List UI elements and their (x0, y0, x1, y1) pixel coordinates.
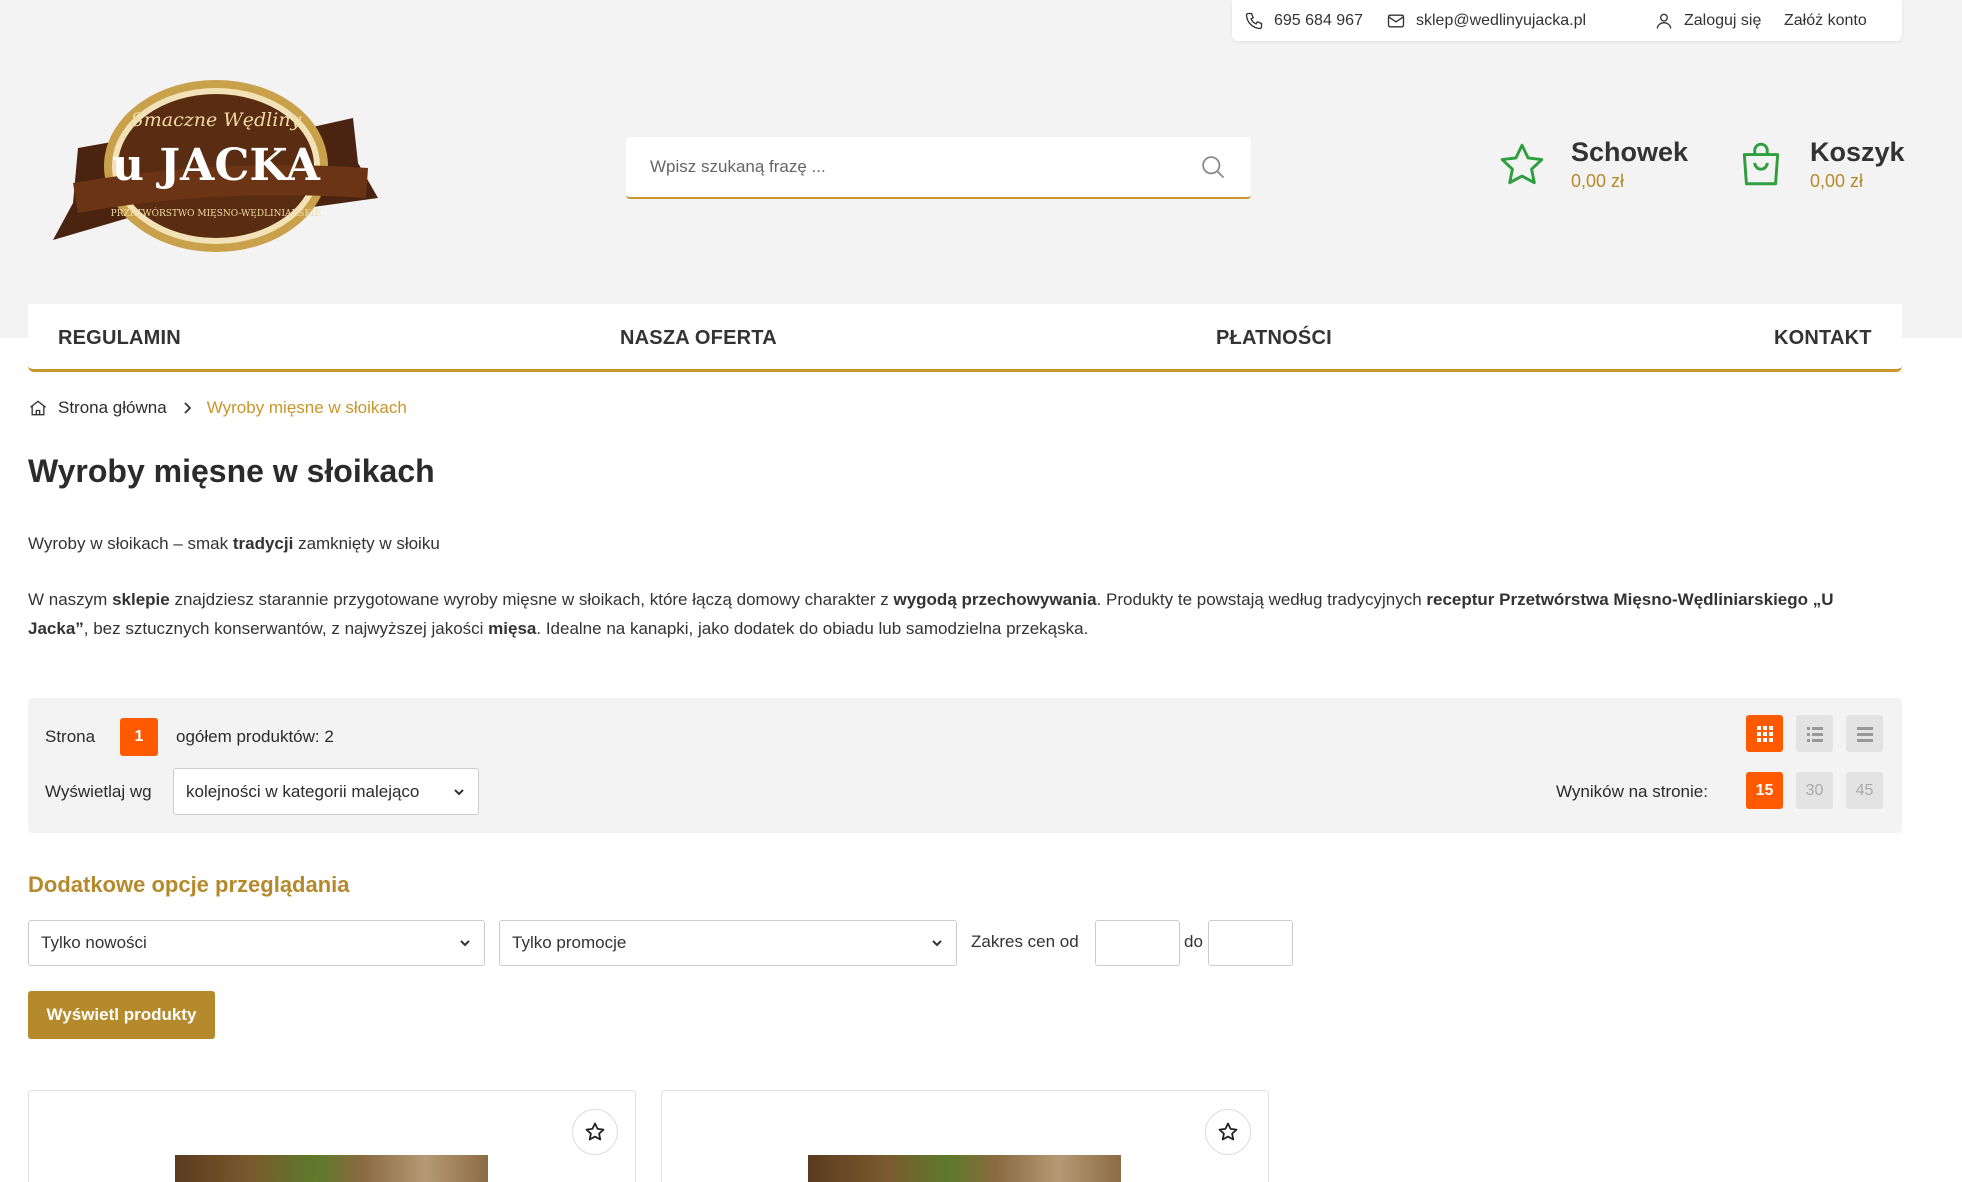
menu-item-kontakt[interactable]: KONTAKT (1774, 304, 1872, 372)
add-to-wishlist-button[interactable] (1205, 1109, 1251, 1155)
current-page-badge[interactable]: 1 (120, 718, 158, 756)
new-only-select[interactable]: Tylko nowości (28, 920, 485, 966)
email-link[interactable]: sklep@wedlinyujacka.pl (1386, 0, 1586, 41)
search-box (626, 137, 1251, 199)
email-address: sklep@wedlinyujacka.pl (1416, 11, 1587, 29)
cart-amount: 0,00 zł (1810, 171, 1864, 191)
grid-view-icon (1756, 725, 1773, 742)
page-title: Wyroby mięsne w słoikach (28, 453, 435, 489)
promo-only-value: Tylko promocje (512, 933, 627, 952)
star-icon (1500, 143, 1544, 185)
per-page-label: Wyników na stronie: (1556, 782, 1708, 801)
search-input[interactable] (650, 157, 1199, 177)
description-paragraph-2: W naszym sklepie znajdziesz starannie pr… (28, 585, 1868, 643)
listing-toolbar: Strona 1 ogółem produktów: 2 Wyświetlaj … (28, 698, 1902, 833)
total-products: ogółem produktów: 2 (176, 727, 334, 746)
sort-value: kolejności w kategorii malejąco (186, 781, 420, 801)
star-icon (1218, 1122, 1238, 1141)
desc-text: znajdziesz starannie przygotowane wyroby… (169, 590, 894, 609)
price-to-label: do (1184, 932, 1203, 951)
wishlist-title: Schowek (1571, 137, 1689, 167)
chevron-down-icon (932, 940, 942, 947)
compact-list-button[interactable] (1846, 715, 1883, 752)
desc-bold: mięsa (488, 619, 537, 638)
menu-item-nasza-oferta[interactable]: NASZA OFERTA (620, 304, 777, 372)
chevron-down-icon (454, 788, 464, 795)
wishlist-amount: 0,00 zł (1571, 171, 1625, 191)
logo-image: Smaczne Wędliny u JACKA PRZETWÓRSTWO MIĘ… (53, 80, 378, 252)
menu-item-regulamin[interactable]: REGULAMIN (58, 304, 181, 372)
price-range-label: Zakres cen od (971, 932, 1079, 951)
product-image[interactable] (175, 1155, 488, 1182)
product-card[interactable] (28, 1090, 636, 1182)
menu-item-platnosci[interactable]: PŁATNOŚCI (1216, 304, 1332, 372)
site-logo[interactable]: Smaczne Wędliny u JACKA PRZETWÓRSTWO MIĘ… (48, 78, 383, 253)
product-image[interactable] (808, 1155, 1121, 1182)
top-bar: 695 684 967 sklep@wedlinyujacka.pl Zalog… (1232, 0, 1902, 41)
register-label: Załóż konto (1784, 11, 1867, 29)
home-icon[interactable] (28, 398, 48, 418)
promo-only-select[interactable]: Tylko promocje (499, 920, 957, 966)
category-description: Wyroby w słoikach – smak tradycji zamkni… (28, 529, 1868, 670)
login-label: Zaloguj się (1684, 11, 1762, 29)
add-to-wishlist-button[interactable] (572, 1109, 618, 1155)
list-view-icon (1806, 726, 1823, 742)
per-page-45[interactable]: 45 (1846, 772, 1883, 809)
list-view-button[interactable] (1796, 715, 1833, 752)
desc-text: W naszym (28, 590, 113, 609)
per-page-30[interactable]: 30 (1796, 772, 1833, 809)
per-page-15[interactable]: 15 (1746, 772, 1783, 809)
phone-number: 695 684 967 (1274, 11, 1363, 29)
extra-options-title: Dodatkowe opcje przeglądania (28, 872, 350, 897)
shopping-bag-icon (1742, 142, 1780, 186)
register-link[interactable]: Załóż konto (1784, 0, 1867, 41)
desc-text: Wyroby w słoikach – smak (28, 534, 233, 553)
cart-title: Koszyk (1810, 137, 1905, 167)
login-link[interactable]: Zaloguj się (1654, 0, 1761, 41)
phone-link[interactable]: 695 684 967 (1244, 0, 1363, 41)
star-icon (585, 1122, 605, 1141)
breadcrumb-current: Wyroby mięsne w słoikach (206, 398, 407, 417)
cart-link[interactable]: Koszyk 0,00 zł (1736, 136, 1905, 194)
search-icon[interactable] (1199, 153, 1227, 181)
breadcrumb: Strona główna Wyroby mięsne w słoikach (28, 398, 407, 418)
breadcrumb-home[interactable]: Strona główna (58, 398, 167, 418)
wishlist-link[interactable]: Schowek 0,00 zł (1497, 136, 1688, 194)
desc-text: . Idealne na kanapki, jako dodatek do ob… (536, 619, 1089, 638)
sort-label: Wyświetlaj wg (45, 782, 152, 801)
svg-text:PRZETWÓRSTWO MIĘSNO-WĘDLINIARS: PRZETWÓRSTWO MIĘSNO-WĘDLINIARSKIE (111, 207, 322, 219)
desc-bold: tradycji (232, 534, 294, 553)
chevron-down-icon (460, 940, 470, 947)
svg-text:Smaczne Wędliny: Smaczne Wędliny (131, 109, 302, 131)
desc-text: . Produkty te powstają według tradycyjny… (1096, 590, 1427, 609)
price-to-input[interactable] (1208, 920, 1293, 966)
mail-icon (1387, 14, 1405, 27)
phone-icon (1245, 12, 1263, 29)
show-products-button[interactable]: Wyświetl produkty (28, 991, 215, 1039)
desc-text: zamknięty w słoiku (293, 534, 440, 553)
compact-list-icon (1856, 726, 1873, 742)
user-icon (1656, 13, 1672, 29)
desc-bold: wygodą przechowywania (893, 590, 1097, 609)
description-paragraph-1: Wyroby w słoikach – smak tradycji zamkni… (28, 529, 1868, 558)
main-menu: REGULAMIN NASZA OFERTA PŁATNOŚCI KONTAKT (28, 304, 1902, 372)
desc-text: , bez sztucznych konserwantów, z najwyżs… (83, 619, 489, 638)
page-label: Strona (45, 727, 96, 746)
price-from-input[interactable] (1095, 920, 1180, 966)
chevron-right-icon (184, 402, 191, 414)
grid-view-button[interactable] (1746, 715, 1783, 752)
product-card[interactable] (661, 1090, 1269, 1182)
svg-text:u JACKA: u JACKA (112, 140, 321, 191)
new-only-value: Tylko nowości (41, 933, 147, 952)
desc-bold: sklepie (112, 590, 170, 609)
sort-select[interactable]: kolejności w kategorii malejąco (173, 768, 479, 815)
